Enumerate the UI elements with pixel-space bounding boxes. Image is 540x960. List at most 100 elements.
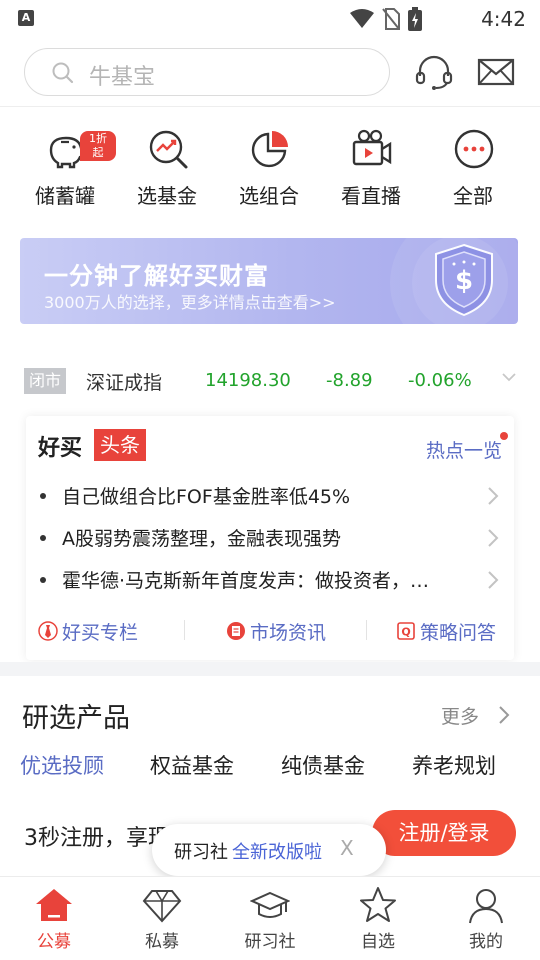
news-item[interactable]: 自己做组合比FOF基金胜率低45%: [26, 476, 514, 516]
nav-label: 私募: [145, 932, 179, 952]
register-login-button[interactable]: 注册/登录: [372, 810, 516, 856]
quick-item-all[interactable]: 全部: [422, 120, 524, 220]
pie-chart-icon: [251, 131, 288, 168]
tab-pension[interactable]: 养老规划: [412, 750, 496, 780]
battery-charging-icon: [408, 7, 422, 31]
header-divider: [0, 106, 540, 107]
tab-label: 策略问答: [420, 621, 497, 644]
quick-item-label: 选基金: [137, 184, 197, 208]
nav-label: 研习社: [244, 932, 296, 952]
close-icon[interactable]: X: [340, 836, 354, 860]
tie-icon: [38, 621, 58, 641]
news-title: 霍华德·马克斯新年首度发声：做投资者，…: [62, 570, 430, 592]
news-item[interactable]: A股弱势震荡整理，金融表现强势: [26, 518, 514, 558]
nav-profile[interactable]: 我的: [432, 877, 540, 960]
chevron-right-icon: [488, 487, 499, 505]
headline-logo-right: 头条: [94, 429, 146, 461]
bottom-nav: 公募 私募 研习社 自选 我的: [0, 876, 540, 960]
bullet: [40, 493, 46, 499]
index-change: -8.89: [326, 370, 373, 391]
quick-item-label: 看直播: [341, 184, 401, 208]
user-icon: [469, 889, 503, 924]
nav-label: 自选: [361, 932, 395, 952]
headline-logo-left: 好买: [38, 435, 83, 461]
toast-highlight: 全新改版啦: [232, 842, 322, 863]
no-sim-icon: [382, 8, 400, 30]
video-camera-icon: [352, 129, 392, 166]
svg-text:Q: Q: [401, 626, 410, 639]
nav-public-fund[interactable]: 公募: [0, 877, 108, 960]
tab-label: 市场资讯: [250, 621, 327, 644]
tab-advisory[interactable]: 优选投顾: [20, 750, 104, 780]
nav-academy[interactable]: 研习社: [216, 877, 324, 960]
search-icon: [52, 62, 74, 84]
chevron-down-icon[interactable]: [500, 370, 518, 384]
app-notification-icon: A: [18, 10, 34, 26]
q-icon: Q: [397, 622, 415, 640]
index-change-pct: -0.06%: [408, 370, 472, 391]
promo-badge: 1折起: [80, 131, 116, 161]
bullet: [40, 535, 46, 541]
chevron-right-icon: [488, 571, 499, 589]
bullet: [40, 577, 46, 583]
nav-watchlist[interactable]: 自选: [324, 877, 432, 960]
more-link[interactable]: 更多: [441, 702, 479, 729]
more-dots-icon: [454, 129, 494, 169]
search-input[interactable]: 牛基宝: [24, 48, 390, 96]
quick-item-label: 选组合: [239, 184, 299, 208]
graduation-cap-icon: [250, 891, 290, 918]
wifi-icon: [350, 9, 374, 28]
diamond-icon: [142, 890, 182, 923]
mail-icon[interactable]: [476, 52, 516, 92]
market-ticker[interactable]: 闭市 深证成指 14198.30 -8.89 -0.06%: [0, 362, 540, 402]
nav-label: 公募: [37, 932, 71, 952]
quick-item-label: 全部: [453, 184, 493, 208]
search-placeholder: 牛基宝: [89, 65, 156, 90]
tab-column[interactable]: 好买专栏: [38, 616, 138, 646]
news-title: A股弱势震荡整理，金融表现强势: [62, 528, 341, 550]
hot-topics-link[interactable]: 热点一览: [426, 436, 502, 463]
chevron-right-icon: [488, 529, 499, 547]
clock: 4:42: [481, 7, 526, 31]
news-title: 自己做组合比FOF基金胜率低45%: [62, 486, 351, 508]
tab-market-news[interactable]: 市场资讯: [226, 616, 326, 646]
quick-item-label: 储蓄罐: [35, 184, 95, 208]
index-name: 深证成指: [86, 372, 163, 394]
tab-bond-fund[interactable]: 纯债基金: [281, 750, 365, 780]
banner-title: 一分钟了解好买财富: [44, 262, 269, 290]
svg-text:$: $: [455, 266, 473, 296]
dollar-shield-icon: $: [435, 243, 493, 317]
index-value: 14198.30: [205, 370, 291, 391]
quick-item-select-fund[interactable]: 选基金: [116, 120, 218, 220]
tab-divider: [366, 620, 367, 640]
headline-card: 好买 头条 热点一览 自己做组合比FOF基金胜率低45% A股弱势震荡整理，金融…: [26, 416, 514, 660]
nav-private-fund[interactable]: 私募: [108, 877, 216, 960]
toast-prefix: 研习社: [174, 842, 228, 863]
home-icon: [36, 889, 72, 921]
section-title: 研选产品: [22, 703, 130, 734]
news-doc-icon: [227, 622, 245, 640]
customer-service-icon[interactable]: [414, 52, 454, 92]
chevron-right-icon[interactable]: [496, 704, 512, 726]
tab-label: 好买专栏: [62, 621, 139, 644]
nav-label: 我的: [469, 932, 503, 952]
news-item[interactable]: 霍华德·马克斯新年首度发声：做投资者，…: [26, 560, 514, 600]
status-bar: A 4:42: [0, 0, 540, 36]
tab-divider: [184, 620, 185, 640]
notification-dot: [500, 432, 508, 440]
status-icons: [350, 7, 422, 31]
tab-equity-fund[interactable]: 权益基金: [150, 750, 234, 780]
quick-item-live[interactable]: 看直播: [320, 120, 422, 220]
banner-subtitle: 3000万人的选择，更多详情点击查看>>: [44, 293, 336, 312]
star-icon: [360, 887, 396, 922]
quick-item-portfolio[interactable]: 选组合: [218, 120, 320, 220]
register-prompt: 3秒注册，享理: [24, 826, 170, 851]
quick-item-savings[interactable]: 1折起 储蓄罐: [14, 120, 116, 220]
update-toast[interactable]: 研习社 全新改版啦 X: [152, 824, 386, 876]
promo-banner[interactable]: 一分钟了解好买财富 3000万人的选择，更多详情点击查看>> $: [20, 238, 518, 324]
market-status-badge: 闭市: [24, 368, 66, 394]
quick-menu: 1折起 储蓄罐 选基金 选组合 看直播 全部: [0, 120, 540, 220]
tab-strategy-qa[interactable]: Q 策略问答: [396, 616, 496, 646]
section-divider: [0, 662, 540, 676]
search-trend-icon: [149, 130, 188, 169]
